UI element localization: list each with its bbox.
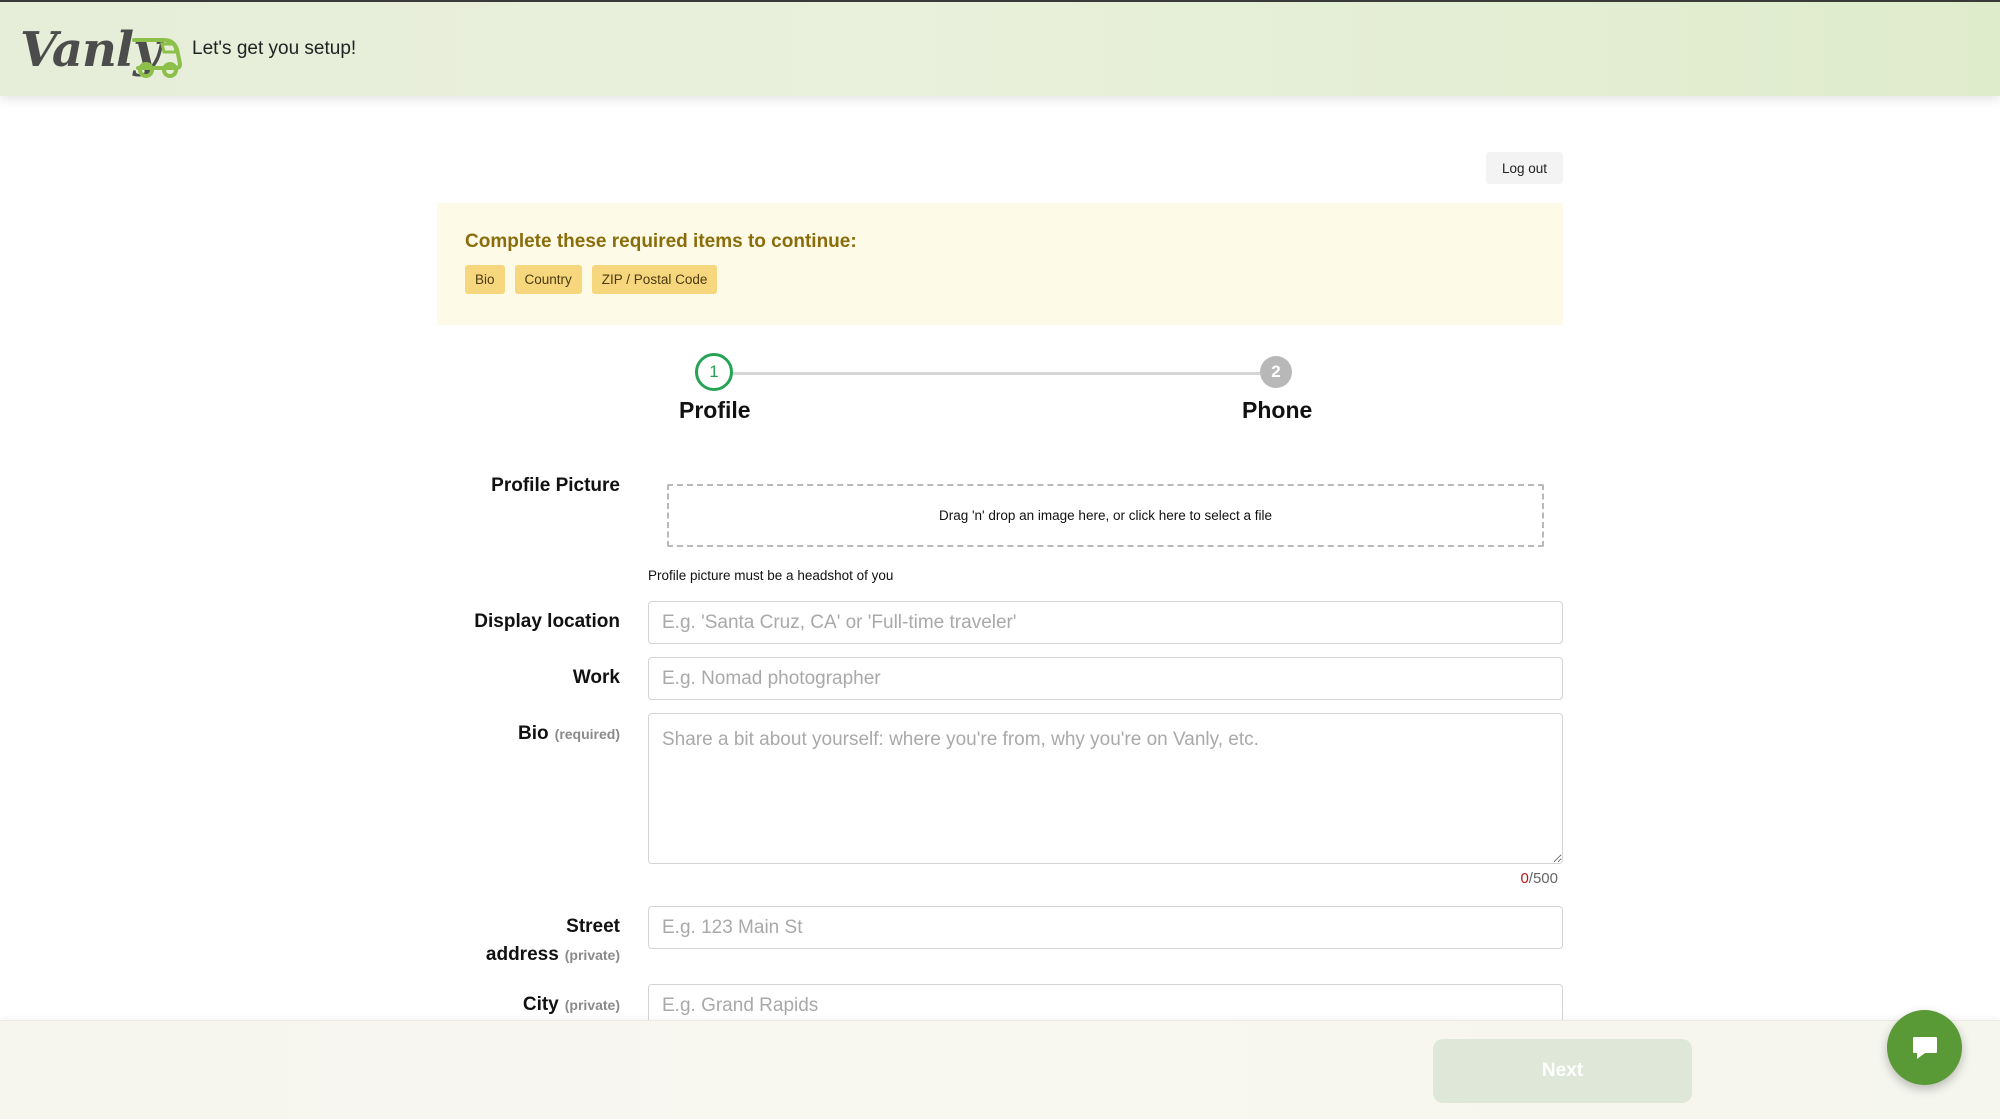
required-chip-zip[interactable]: ZIP / Postal Code bbox=[591, 265, 718, 294]
required-items-banner: Complete these required items to continu… bbox=[437, 203, 1563, 325]
header-tagline: Let's get you setup! bbox=[192, 38, 357, 59]
work-label-text: Work bbox=[572, 667, 620, 688]
chat-launcher-button[interactable] bbox=[1887, 1010, 1962, 1085]
street-address-input[interactable] bbox=[648, 906, 1563, 949]
street-address-private-note: (private) bbox=[564, 947, 620, 963]
display-location-input[interactable] bbox=[648, 601, 1563, 644]
work-input[interactable] bbox=[648, 657, 1563, 700]
required-chips: Bio Country ZIP / Postal Code bbox=[465, 265, 718, 294]
bottom-action-bar: Next bbox=[0, 1020, 2000, 1119]
bio-textarea[interactable] bbox=[648, 713, 1563, 864]
bio-char-counter: 0/500 bbox=[1520, 870, 1558, 887]
top-header: Vanly Let's get you setup! bbox=[0, 0, 2000, 96]
chat-bubble-icon bbox=[1912, 1036, 1937, 1059]
profile-picture-label-text: Profile Picture bbox=[491, 475, 620, 496]
banner-title: Complete these required items to continu… bbox=[465, 231, 857, 252]
van-icon bbox=[132, 38, 183, 78]
step-2-circle: 2 bbox=[1260, 356, 1292, 388]
profile-picture-label: Profile Picture bbox=[491, 472, 620, 500]
stepper-line bbox=[732, 372, 1260, 375]
city-private-note: (private) bbox=[564, 997, 620, 1013]
logout-button[interactable]: Log out bbox=[1486, 152, 1563, 184]
display-location-label-text: Display location bbox=[474, 611, 620, 632]
required-chip-country[interactable]: Country bbox=[514, 265, 582, 294]
bio-char-count: 0 bbox=[1520, 870, 1529, 887]
step-1-circle: 1 bbox=[695, 353, 733, 391]
step-2-label: Phone bbox=[1242, 397, 1313, 423]
profile-picture-hint: Profile picture must be a headshot of yo… bbox=[648, 568, 894, 583]
display-location-label: Display location bbox=[474, 608, 620, 636]
required-chip-bio[interactable]: Bio bbox=[465, 265, 505, 294]
step-1-label: Profile bbox=[679, 397, 751, 423]
bio-label: Bio (required) bbox=[518, 720, 620, 748]
bio-char-max: /500 bbox=[1528, 870, 1558, 887]
city-label: City (private) bbox=[523, 991, 620, 1019]
city-label-text: City bbox=[522, 994, 559, 1015]
profile-picture-dropzone[interactable]: Drag 'n' drop an image here, or click he… bbox=[667, 484, 1544, 547]
next-button[interactable]: Next bbox=[1433, 1039, 1692, 1103]
street-address-label: Street address (private) bbox=[486, 913, 620, 969]
bio-label-text: Bio bbox=[518, 723, 549, 744]
vanly-logo[interactable]: Vanly bbox=[20, 18, 183, 82]
dropzone-text: Drag 'n' drop an image here, or click he… bbox=[938, 508, 1273, 523]
work-label: Work bbox=[573, 664, 620, 692]
street-address-label-line1: Street bbox=[566, 916, 620, 937]
street-address-label-line2: address bbox=[485, 944, 559, 965]
bio-required-note: (required) bbox=[554, 726, 620, 742]
